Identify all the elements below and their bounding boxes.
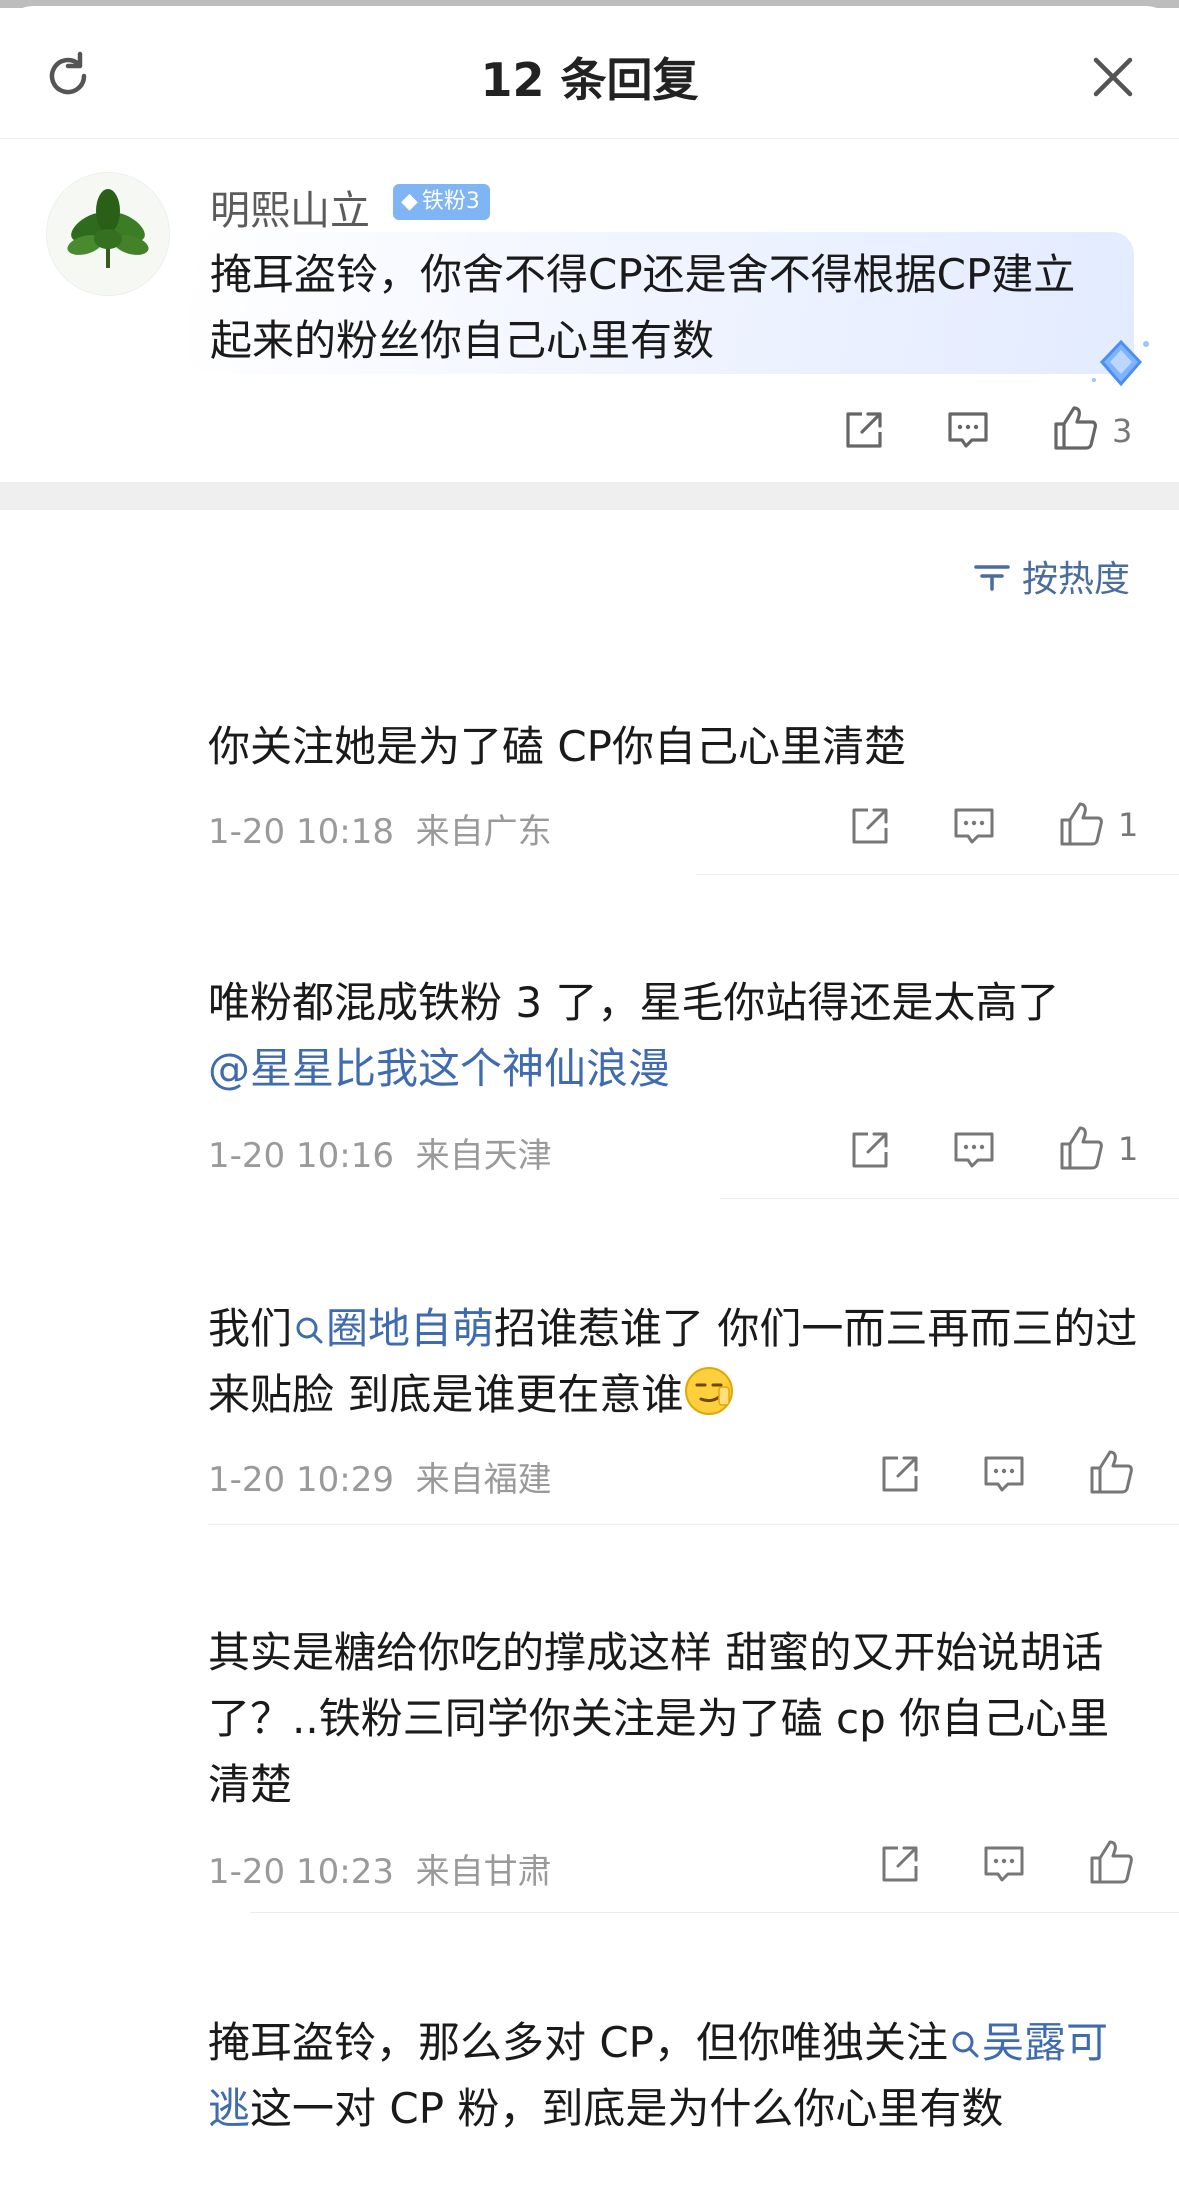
reply-text-part: 掩耳盗铃，那么多对 CP，但你唯独关注 [208, 2018, 949, 2067]
like-icon[interactable] [1054, 798, 1106, 850]
topic-label: 圈地自萌 [326, 1304, 495, 1353]
close-icon[interactable] [1086, 50, 1140, 104]
like-icon[interactable] [1084, 1446, 1136, 1498]
reply-location: 来自天津 [415, 1136, 552, 1176]
search-icon [952, 2031, 979, 2058]
reply-location: 来自甘肃 [415, 1852, 552, 1892]
reply-text: 唯粉都混成铁粉 3 了，星毛你站得还是太高了 @星星比我这个神仙浪漫 [208, 970, 1148, 1102]
like-icon[interactable] [1054, 1122, 1106, 1174]
divider [250, 1912, 1179, 1913]
reply-text: 掩耳盗铃，那么多对 CP，但你唯独关注 吴露可逃这一对 CP 粉，到底是为什么你心… [208, 2010, 1148, 2189]
reply-text: 其实是糖给你吃的撑成这样 甜蜜的又开始说胡话了？..铁粉三同学你关注是为了磕 c… [208, 1628, 1110, 1809]
reply-meta: 1-20 10:29 来自福建 [208, 1452, 552, 1501]
comment-icon[interactable] [980, 1840, 1028, 1888]
reply-text-part: 这一对 CP 粉，到底是为什么你心里有数 [250, 2084, 1004, 2133]
like-icon[interactable] [1048, 402, 1100, 454]
plant-avatar-icon [47, 173, 169, 295]
share-icon[interactable] [876, 1450, 924, 1498]
reply-text: 你关注她是为了磕 CP你自己心里清楚 [208, 722, 907, 771]
diamond-icon: ◆ [401, 189, 418, 214]
like-count: 3 [1112, 412, 1133, 450]
search-icon [296, 1317, 323, 1344]
avatar[interactable] [46, 172, 170, 296]
divider [696, 874, 1179, 875]
topic-link[interactable]: 圈地自萌 [292, 1304, 494, 1353]
section-divider [0, 482, 1179, 510]
sort-by-hot-button[interactable]: 按热度 [972, 550, 1130, 602]
user-mention[interactable]: @星星比我这个神仙浪漫 [208, 1044, 670, 1093]
reply-meta: 1-20 10:18 来自广东 [208, 804, 552, 853]
share-icon[interactable] [846, 802, 894, 850]
sort-label: 按热度 [1022, 559, 1131, 600]
comment-icon[interactable] [980, 1450, 1028, 1498]
like-count: 1 [1118, 806, 1139, 844]
sort-icon [974, 565, 1010, 591]
divider [720, 1198, 1179, 1199]
share-icon[interactable] [846, 1126, 894, 1174]
share-icon[interactable] [840, 406, 888, 454]
reply-meta: 1-20 10:23 来自甘肃 [208, 1844, 552, 1893]
like-count: 1 [1118, 1130, 1139, 1168]
comment-icon[interactable] [944, 406, 992, 454]
reply-location: 来自广东 [415, 812, 552, 852]
sheet-header: 12 条回复 [0, 6, 1179, 139]
reply-time: 1-20 10:16 [208, 1136, 394, 1176]
reply-text-part: 我们 [208, 1304, 293, 1353]
reply-time: 1-20 10:18 [208, 812, 394, 852]
reply-location: 来自福建 [415, 1460, 552, 1500]
main-comment-text: 掩耳盗铃，你舍不得CP还是舍不得根据CP建立起来的粉丝你自己心里有数 [210, 250, 1076, 365]
page-title: 12 条回复 [480, 53, 699, 107]
comment-icon[interactable] [950, 802, 998, 850]
like-icon[interactable] [1084, 1836, 1136, 1888]
reply-text: 我们 圈地自萌招谁惹谁了 你们一而三再而三的过来贴脸 到底是谁更在意谁 [208, 1296, 1148, 1428]
comment-icon[interactable] [950, 1126, 998, 1174]
divider [208, 1524, 1179, 1525]
username[interactable]: 明熙山立 [210, 178, 370, 236]
reply-meta: 1-20 10:16 来自天津 [208, 1128, 552, 1177]
reply-time: 1-20 10:29 [208, 1460, 394, 1500]
fan-badge-label: 铁粉3 [421, 189, 480, 214]
smirk-emoji-icon [685, 1367, 734, 1415]
share-icon[interactable] [876, 1840, 924, 1888]
reply-time: 1-20 10:23 [208, 1852, 394, 1892]
fan-badge: ◆ 铁粉3 [393, 184, 490, 220]
reply-text-body: 唯粉都混成铁粉 3 了，星毛你站得还是太高了 [208, 978, 1060, 1027]
